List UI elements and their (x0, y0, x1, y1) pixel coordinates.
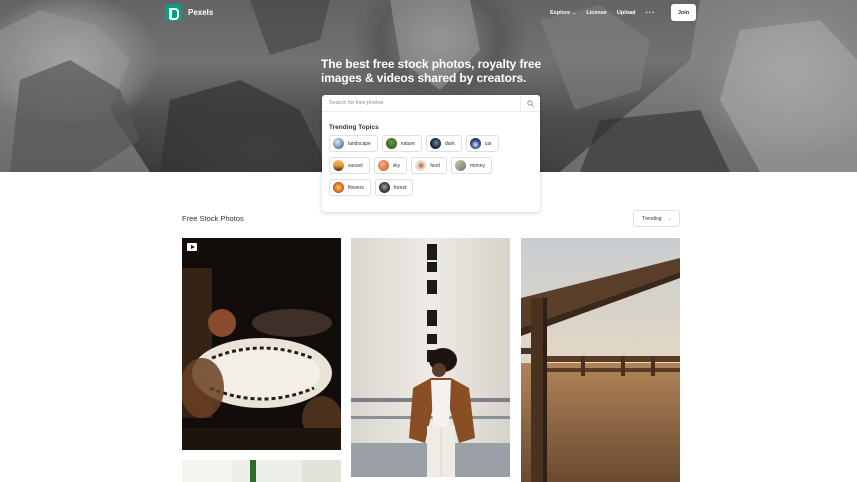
photo-card[interactable] (182, 460, 341, 482)
topic-chip-sunset[interactable]: sunset (329, 157, 370, 174)
hero-headline-line-1: The best free stock photos, royalty free (321, 57, 542, 71)
chevron-down-icon: ⌄ (667, 215, 672, 222)
more-options-icon[interactable]: ··· (646, 8, 656, 17)
nav-license[interactable]: License (586, 10, 606, 16)
hero-headline-line-2: images & videos shared by creators. (321, 71, 527, 85)
topic-chip-food[interactable]: food (411, 157, 447, 174)
logo-text: Pexels (188, 8, 214, 17)
photo-image (182, 238, 341, 450)
topic-chip-landscape[interactable]: landscape (329, 135, 378, 152)
topic-chip-car[interactable]: car (465, 135, 499, 152)
topic-label: dark (444, 140, 455, 147)
top-navigation: Pexels Explore ⌄ License Upload ··· Join (0, 0, 857, 26)
topic-chip-flowers[interactable]: flowers (329, 179, 371, 196)
photo-card[interactable] (351, 238, 510, 477)
logo[interactable]: Pexels (165, 4, 213, 21)
search-icon (527, 99, 534, 107)
topic-label: forest (393, 184, 407, 191)
pexels-logo-icon (165, 4, 182, 21)
topic-thumbnail (333, 160, 344, 171)
topic-label: flowers (348, 184, 364, 191)
trending-topics-title: Trending Topics (329, 124, 379, 131)
nav-upload-label: Upload (616, 9, 636, 16)
nav-license-label: License (586, 9, 607, 16)
topic-thumbnail (415, 160, 427, 171)
topic-label: sky (392, 162, 401, 169)
topic-label: sunset (348, 162, 363, 169)
nav-links: Explore ⌄ License Upload ··· Join (540, 4, 696, 21)
topic-thumbnail (378, 182, 390, 193)
nav-explore[interactable]: Explore ⌄ (550, 10, 576, 16)
topic-chip-nature[interactable]: nature (381, 135, 422, 152)
topic-chip-sky[interactable]: sky (373, 157, 408, 174)
sort-label: Trending (642, 215, 662, 222)
photo-image (182, 460, 341, 482)
topic-thumbnail (469, 138, 481, 149)
trending-topics-list: landscape nature dark car sunset sky foo… (329, 135, 539, 201)
section-title: Free Stock Photos (182, 214, 244, 223)
nav-explore-label: Explore (549, 9, 571, 16)
search-button[interactable] (520, 95, 540, 111)
topic-chip-money[interactable]: money (450, 157, 492, 174)
photo-image (351, 238, 510, 477)
search-panel: Trending Topics landscape nature dark ca… (322, 95, 540, 212)
topic-label: landscape (348, 140, 371, 147)
topic-thumbnail (333, 182, 344, 193)
nav-upload[interactable]: Upload (617, 10, 636, 16)
join-button[interactable]: Join (671, 4, 696, 21)
search-bar (322, 95, 540, 112)
topic-thumbnail (333, 138, 344, 149)
search-input[interactable] (322, 95, 519, 111)
hero-headline: The best free stock photos, royalty free… (321, 57, 551, 85)
photo-card[interactable] (521, 238, 680, 482)
photo-card[interactable] (182, 238, 341, 450)
photo-image (521, 238, 680, 482)
topic-label: car (484, 140, 492, 147)
topic-thumbnail (377, 160, 389, 171)
topic-label: money (469, 162, 485, 169)
topic-label: nature (400, 140, 415, 147)
chevron-down-icon: ⌄ (572, 9, 577, 16)
sort-dropdown[interactable]: Trending ⌄ (633, 210, 680, 227)
topic-chip-forest[interactable]: forest (374, 179, 414, 196)
topic-label: food (430, 162, 440, 169)
topic-chip-dark[interactable]: dark (425, 135, 462, 152)
topic-thumbnail (385, 138, 397, 149)
topic-thumbnail (454, 160, 466, 171)
video-play-icon (187, 243, 197, 251)
topic-thumbnail (429, 138, 441, 149)
